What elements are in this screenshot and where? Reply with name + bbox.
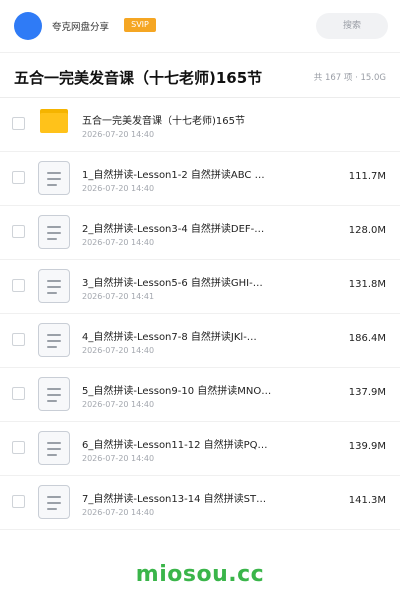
- list-item[interactable]: 3_自然拼读-Lesson5-6 自然拼读GHI-… 2026-07-20 14…: [0, 260, 400, 314]
- item-date: 2026-07-20 14:40: [82, 238, 155, 247]
- item-size: 111.7M: [348, 171, 386, 182]
- item-checkbox[interactable]: [12, 171, 25, 184]
- list-item[interactable]: 7_自然拼读-Lesson13-14 自然拼读ST… 2026-07-20 14…: [0, 476, 400, 530]
- item-checkbox[interactable]: [12, 225, 25, 238]
- list-item[interactable]: 1_自然拼读-Lesson1-2 自然拼读ABC … 2026-07-20 14…: [0, 152, 400, 206]
- search-input[interactable]: 搜索: [316, 13, 388, 39]
- item-name[interactable]: 3_自然拼读-Lesson5-6 自然拼读GHI-…: [82, 274, 282, 289]
- document-icon: [38, 377, 70, 411]
- item-checkbox[interactable]: [12, 441, 25, 454]
- document-icon: [38, 323, 70, 357]
- folder-title-bar: 五合一完美发音课（十七老师)165节 共 167 项 · 15.0G: [0, 53, 400, 97]
- avatar[interactable]: [14, 12, 42, 40]
- item-size: 137.9M: [348, 387, 386, 398]
- document-icon: [38, 215, 70, 249]
- list-item[interactable]: 2_自然拼读-Lesson3-4 自然拼读DEF-… 2026-07-20 14…: [0, 206, 400, 260]
- document-icon: [38, 431, 70, 465]
- page-title: 五合一完美发音课（十七老师)165节: [14, 69, 263, 87]
- list-item[interactable]: 5_自然拼读-Lesson9-10 自然拼读MNO… 2026-07-20 14…: [0, 368, 400, 422]
- item-date: 2026-07-20 14:40: [82, 454, 155, 463]
- document-icon: [38, 269, 70, 303]
- item-date: 2026-07-20 14:40: [82, 508, 155, 517]
- folder-icon: [40, 109, 68, 133]
- item-checkbox[interactable]: [12, 387, 25, 400]
- list-item[interactable]: 五合一完美发音课（十七老师)165节 2026-07-20 14:40: [0, 98, 400, 152]
- item-name[interactable]: 五合一完美发音课（十七老师)165节: [82, 112, 282, 127]
- item-name[interactable]: 5_自然拼读-Lesson9-10 自然拼读MNO…: [82, 382, 282, 397]
- item-date: 2026-07-20 14:40: [82, 346, 155, 355]
- document-icon: [38, 161, 70, 195]
- item-checkbox[interactable]: [12, 279, 25, 292]
- list-item[interactable]: 6_自然拼读-Lesson11-12 自然拼读PQ… 2026-07-20 14…: [0, 422, 400, 476]
- watermark-area: miosou.cc: [0, 548, 400, 600]
- watermark: miosou.cc: [135, 562, 265, 587]
- app-name: 夸克网盘分享: [52, 22, 110, 33]
- item-checkbox[interactable]: [12, 495, 25, 508]
- item-name[interactable]: 2_自然拼读-Lesson3-4 自然拼读DEF-…: [82, 220, 282, 235]
- item-name[interactable]: 6_自然拼读-Lesson11-12 自然拼读PQ…: [82, 436, 282, 451]
- top-bar: 夸克网盘分享 SVIP 搜索: [0, 0, 400, 52]
- item-size: 139.9M: [348, 441, 386, 452]
- item-size: 186.4M: [348, 333, 386, 344]
- svip-badge[interactable]: SVIP: [124, 18, 156, 32]
- item-checkbox[interactable]: [12, 333, 25, 346]
- folder-meta: 共 167 项 · 15.0G: [313, 73, 386, 83]
- item-date: 2026-07-20 14:41: [82, 292, 155, 301]
- file-list: 五合一完美发音课（十七老师)165节 2026-07-20 14:40 1_自然…: [0, 98, 400, 530]
- item-name[interactable]: 1_自然拼读-Lesson1-2 自然拼读ABC …: [82, 166, 282, 181]
- document-icon: [38, 485, 70, 519]
- item-date: 2026-07-20 14:40: [82, 400, 155, 409]
- item-name[interactable]: 7_自然拼读-Lesson13-14 自然拼读ST…: [82, 490, 282, 505]
- item-size: 131.8M: [348, 279, 386, 290]
- item-date: 2026-07-20 14:40: [82, 130, 155, 139]
- item-date: 2026-07-20 14:40: [82, 184, 155, 193]
- list-item[interactable]: 4_自然拼读-Lesson7-8 自然拼读JKl-… 2026-07-20 14…: [0, 314, 400, 368]
- item-size: 128.0M: [348, 225, 386, 236]
- item-name[interactable]: 4_自然拼读-Lesson7-8 自然拼读JKl-…: [82, 328, 282, 343]
- item-checkbox[interactable]: [12, 117, 25, 130]
- item-size: 141.3M: [348, 495, 386, 506]
